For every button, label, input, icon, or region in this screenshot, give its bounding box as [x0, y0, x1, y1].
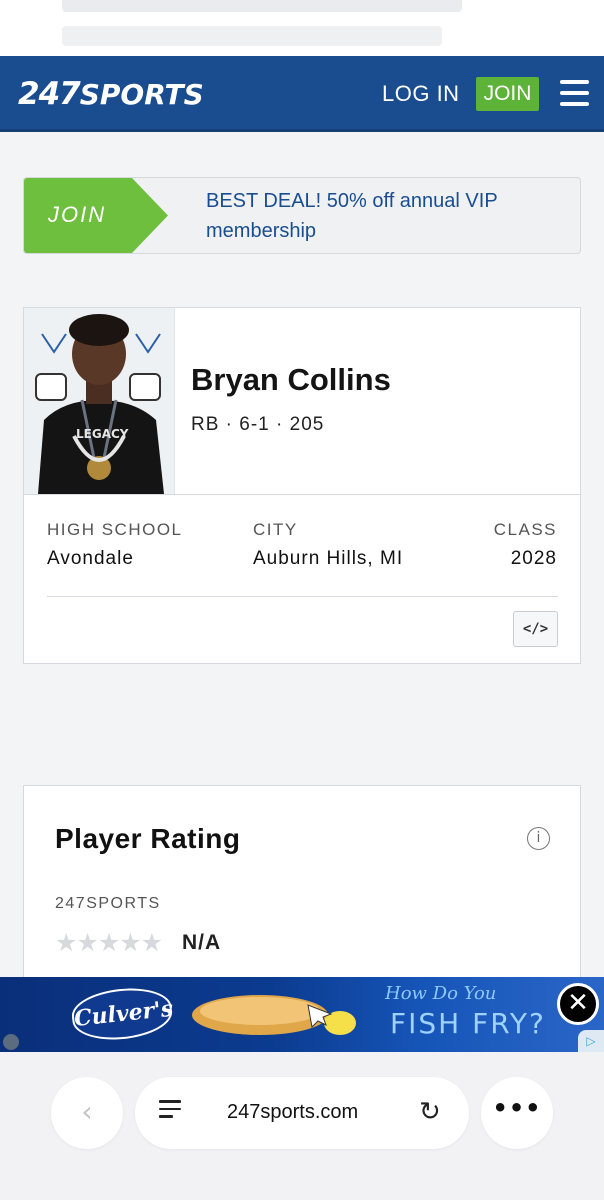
class-value: 2028	[510, 548, 557, 569]
close-ad-icon[interactable]: ✕	[557, 983, 599, 1025]
scrolled-ad-remnant	[0, 0, 604, 56]
ad-tagline-top: How Do You	[385, 983, 497, 1004]
logo-number: 247	[18, 76, 81, 112]
class-label: CLASS	[493, 520, 557, 539]
vip-promo-banner[interactable]: JOIN BEST DEAL! 50% off annual VIP membe…	[23, 177, 581, 254]
ad-brand-logo: Culver's	[69, 983, 174, 1045]
reload-icon[interactable]: ↻	[419, 1097, 441, 1127]
back-icon[interactable]: ‹	[51, 1077, 123, 1149]
more-options-icon[interactable]: •••	[481, 1077, 553, 1149]
site-header: 247SPORTS LOG IN JOIN	[0, 56, 604, 132]
rating-value: N/A	[182, 931, 222, 954]
login-link[interactable]: LOG IN	[382, 81, 460, 107]
ad-info-icon[interactable]	[3, 1034, 19, 1050]
city-block: CITY Auburn Hills, MI	[253, 520, 403, 570]
ad-food-image	[190, 985, 360, 1041]
embed-code-button[interactable]: </>	[513, 611, 558, 647]
player-name: Bryan Collins	[191, 362, 391, 397]
address-bar[interactable]: 247sports.com ↻	[135, 1077, 469, 1149]
player-profile-card: LEGACY Bryan Collins RB · 6-1 · 205 HIGH…	[23, 307, 581, 664]
city-label: CITY	[253, 520, 298, 539]
browser-toolbar: ‹ 247sports.com ↻ •••	[0, 1052, 604, 1200]
star-rating-icon: ★★★★★	[55, 928, 163, 957]
menu-icon[interactable]	[560, 80, 589, 106]
info-icon[interactable]: i	[527, 827, 550, 850]
join-button[interactable]: JOIN	[476, 77, 539, 111]
rating-title: Player Rating	[55, 823, 241, 854]
svg-text:LEGACY: LEGACY	[76, 427, 129, 441]
site-logo[interactable]: 247SPORTS	[18, 76, 204, 112]
ad-remnant-line	[62, 0, 462, 12]
player-photo: LEGACY	[24, 308, 175, 494]
divider	[24, 494, 580, 495]
url-text[interactable]: 247sports.com	[227, 1101, 358, 1124]
class-block: CLASS 2028	[494, 520, 557, 570]
high-school-block: HIGH SCHOOL Avondale	[47, 520, 183, 570]
high-school-label: HIGH SCHOOL	[47, 520, 183, 539]
player-rating-card: Player Rating i 247SPORTS ★★★★★ N/A	[23, 785, 581, 1005]
divider	[47, 596, 558, 597]
logo-sports: SPORTS	[79, 78, 204, 111]
ad-choices-icon[interactable]: ▷	[578, 1030, 604, 1052]
high-school-value[interactable]: Avondale	[47, 548, 183, 570]
promo-text[interactable]: BEST DEAL! 50% off annual VIP membership	[206, 186, 566, 246]
reader-menu-icon[interactable]	[159, 1100, 181, 1124]
promo-join-arrow[interactable]: JOIN	[24, 178, 168, 253]
rating-source: 247SPORTS	[55, 895, 161, 912]
city-value: Auburn Hills, MI	[253, 548, 404, 569]
player-meta: RB · 6-1 · 205	[191, 414, 325, 435]
promo-join-label: JOIN	[48, 202, 107, 227]
advertisement-banner[interactable]: Culver's How Do You FISH FRY?	[0, 977, 604, 1052]
ad-remnant-line	[62, 26, 442, 46]
ad-tagline-bottom: FISH FRY?	[390, 1007, 546, 1040]
